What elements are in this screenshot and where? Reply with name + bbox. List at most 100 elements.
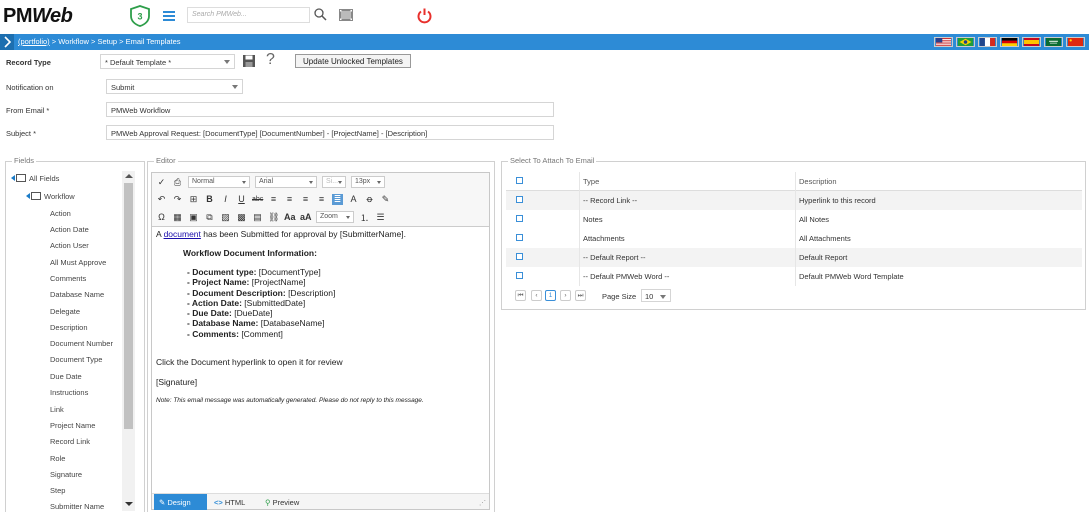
save-icon[interactable] — [242, 54, 256, 68]
scroll-up-arrow-icon[interactable] — [125, 174, 133, 178]
tab-html[interactable]: <> HTML — [209, 494, 250, 510]
tree-node-workflow[interactable]: Workflow — [26, 192, 75, 201]
video-icon[interactable] — [338, 7, 354, 23]
unordered-list-icon[interactable]: ☰ — [375, 212, 386, 223]
tree-leaf[interactable]: Action User — [50, 241, 89, 250]
highlight-icon[interactable]: ꝋ — [364, 194, 375, 205]
print-icon[interactable]: ⎙ — [172, 177, 183, 188]
flag-es-icon[interactable] — [1022, 37, 1041, 47]
text-size-icon[interactable]: Aa — [284, 212, 296, 222]
column-header-description[interactable]: Description — [799, 177, 837, 186]
undo-icon[interactable]: ↶ — [156, 194, 167, 205]
scroll-down-arrow-icon[interactable] — [125, 502, 133, 506]
table-row[interactable]: -- Default PMWeb Word -- Default PMWeb W… — [506, 267, 1082, 286]
page-size-select[interactable]: 10 — [641, 289, 671, 302]
breadcrumb-portfolio-link[interactable]: (portfolio) — [18, 37, 50, 46]
text-shrink-icon[interactable]: aA — [300, 212, 312, 222]
tree-leaf[interactable]: Due Date — [50, 372, 82, 381]
paragraph-format-select[interactable]: Normal — [188, 176, 250, 188]
italic-icon[interactable]: I — [220, 194, 231, 204]
from-email-input[interactable]: PMWeb Workflow — [106, 102, 554, 117]
column-header-type[interactable]: Type — [583, 177, 599, 186]
font-family-select[interactable]: Arial — [255, 176, 317, 188]
tree-leaf[interactable]: Action — [50, 209, 71, 218]
select-all-checkbox[interactable] — [516, 177, 523, 184]
table-row[interactable]: Attachments All Attachments — [506, 229, 1082, 248]
expand-icon[interactable] — [11, 175, 15, 181]
tree-leaf[interactable]: Action Date — [50, 225, 89, 234]
row-checkbox[interactable] — [516, 253, 523, 260]
next-page-icon[interactable]: › — [560, 290, 571, 301]
tree-leaf[interactable]: Step — [50, 486, 65, 495]
fields-scrollbar[interactable] — [122, 171, 135, 511]
tab-design[interactable]: ✎ Design — [154, 494, 207, 510]
row-checkbox[interactable] — [516, 196, 523, 203]
shield-badge-icon[interactable]: 3 — [129, 5, 151, 27]
flag-sa-icon[interactable] — [1044, 37, 1063, 47]
tree-leaf[interactable]: Record Link — [50, 437, 90, 446]
document-icon[interactable]: ▤ — [252, 212, 263, 223]
link-icon[interactable]: ⛓ — [268, 212, 279, 223]
brush-icon[interactable]: ✎ — [380, 194, 391, 205]
flag-us-icon[interactable] — [934, 37, 953, 47]
flag-cn-icon[interactable] — [1066, 37, 1085, 47]
table-row[interactable]: -- Default Report -- Default Report — [506, 248, 1082, 267]
gallery-icon[interactable]: ▩ — [236, 212, 247, 223]
spellcheck-icon[interactable]: ✓ — [156, 177, 167, 188]
select-all-icon[interactable]: ⊞ — [188, 194, 199, 205]
row-checkbox[interactable] — [516, 234, 523, 241]
strikethrough-icon[interactable]: abc — [252, 196, 263, 203]
notification-select[interactable]: Submit — [106, 79, 243, 94]
power-icon[interactable] — [416, 7, 433, 24]
font-color-icon[interactable]: A — [348, 194, 359, 204]
align-justify-icon[interactable]: ≡ — [316, 194, 327, 204]
update-unlocked-templates-button[interactable]: Update Unlocked Templates — [295, 54, 411, 68]
px-size-select[interactable]: 13px — [351, 176, 385, 188]
scroll-thumb[interactable] — [124, 183, 133, 429]
page-number-current[interactable]: 1 — [545, 290, 556, 301]
align-center-icon[interactable]: ≡ — [284, 194, 295, 204]
underline-icon[interactable]: U — [236, 194, 247, 204]
search-icon[interactable] — [313, 7, 327, 21]
editor-content[interactable]: A document has been Submitted for approv… — [156, 229, 486, 404]
row-checkbox[interactable] — [516, 272, 523, 279]
symbol-icon[interactable]: Ω — [156, 212, 167, 222]
tree-leaf[interactable]: Instructions — [50, 388, 88, 397]
nav-toggle-icon[interactable] — [0, 34, 14, 50]
tree-leaf[interactable]: Signature — [50, 470, 82, 479]
tree-leaf[interactable]: Comments — [50, 274, 86, 283]
search-input[interactable]: Search PMWeb... — [187, 7, 310, 23]
pmweb-logo[interactable]: PMWeb — [3, 5, 73, 28]
flag-br-icon[interactable] — [956, 37, 975, 47]
tree-leaf[interactable]: Document Type — [50, 355, 102, 364]
prev-page-icon[interactable]: ‹ — [531, 290, 542, 301]
zoom-select[interactable]: Zoom — [316, 211, 354, 223]
align-right-icon[interactable]: ≡ — [300, 194, 311, 204]
tree-leaf[interactable]: Database Name — [50, 290, 104, 299]
flag-fr-icon[interactable] — [978, 37, 997, 47]
table-row[interactable]: Notes All Notes — [506, 210, 1082, 229]
record-type-select[interactable]: * Default Template * — [100, 54, 235, 69]
tree-leaf[interactable]: Project Name — [50, 421, 95, 430]
bold-icon[interactable]: B — [204, 194, 215, 204]
tree-leaf[interactable]: Submitter Name — [50, 502, 104, 511]
last-page-icon[interactable]: ⏭ — [575, 290, 586, 301]
row-checkbox[interactable] — [516, 215, 523, 222]
table-icon[interactable]: ▦ — [172, 212, 183, 223]
tree-leaf[interactable]: Delegate — [50, 307, 80, 316]
redo-icon[interactable]: ↷ — [172, 194, 183, 205]
align-full-icon[interactable]: ≣ — [332, 193, 343, 205]
tree-leaf[interactable]: Link — [50, 405, 64, 414]
table-row[interactable]: -- Record Link -- Hyperlink to this reco… — [506, 191, 1082, 210]
tree-node-all-fields[interactable]: All Fields — [11, 174, 59, 183]
align-left-icon[interactable]: ≡ — [268, 194, 279, 204]
document-link[interactable]: document — [164, 229, 201, 239]
image-icon[interactable]: ▨ — [220, 212, 231, 223]
tree-leaf[interactable]: Description — [50, 323, 88, 332]
expand-icon[interactable] — [26, 193, 30, 199]
font-size-select[interactable]: Si... — [322, 176, 346, 188]
tab-preview[interactable]: ⚲ Preview — [260, 494, 304, 510]
insert-image-icon[interactable]: ▣ — [188, 212, 199, 223]
ordered-list-icon[interactable]: ⒈ — [359, 211, 370, 224]
tree-leaf[interactable]: All Must Approve — [50, 258, 106, 267]
